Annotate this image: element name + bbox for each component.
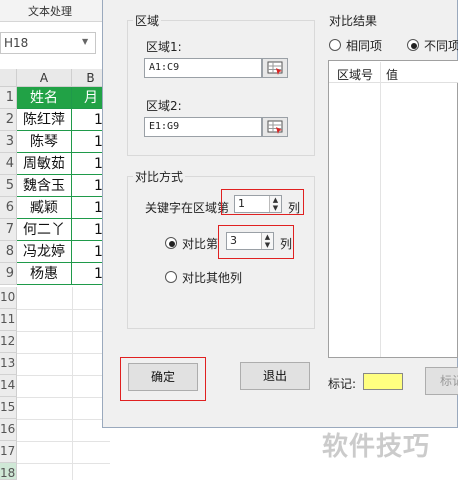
cell-name[interactable]: 陈红萍: [17, 109, 72, 131]
column-divider: [380, 62, 381, 357]
compare-column-label: 对比第: [182, 237, 219, 251]
range2-select-button[interactable]: [262, 117, 288, 137]
cell-name[interactable]: 魏含玉: [17, 175, 72, 197]
cell-name[interactable]: 杨惠: [17, 263, 72, 285]
cell-a1[interactable]: 姓名: [17, 87, 72, 109]
key-column-value: 1: [238, 197, 245, 210]
chevron-down-icon[interactable]: ▼: [82, 37, 88, 46]
diff-items-radio[interactable]: [407, 39, 419, 51]
row-header-2[interactable]: 2: [0, 109, 17, 131]
range1-label: 区域1:: [146, 40, 182, 54]
row-header-15[interactable]: 15: [0, 397, 17, 419]
column-header-region[interactable]: 区域号: [337, 66, 373, 83]
cell-name[interactable]: 周敏茹: [17, 153, 72, 175]
compare-column-value: 3: [230, 234, 237, 247]
grid-line: [17, 441, 110, 442]
column-header-a[interactable]: A: [17, 69, 72, 87]
row-header-18[interactable]: 18: [0, 463, 17, 480]
range2-input[interactable]: E1:G9: [144, 117, 262, 137]
mark-color-swatch[interactable]: [363, 373, 403, 390]
cell-name[interactable]: 何二丫: [17, 219, 72, 241]
radio-selected-dot: [169, 241, 175, 247]
row-header-11[interactable]: 11: [0, 309, 17, 331]
compare-other-radio[interactable]: [165, 271, 177, 283]
mark-label: 标记:: [328, 377, 357, 391]
range-select-icon: [267, 61, 283, 75]
ribbon-tab-text-processing[interactable]: 文本处理: [28, 3, 72, 19]
range-select-icon: [267, 120, 283, 134]
range-group-title: 区域: [133, 12, 162, 29]
spin-up-icon[interactable]: ▲: [270, 196, 281, 204]
result-group-title: 对比结果: [327, 12, 380, 29]
select-all-corner[interactable]: [0, 69, 17, 87]
cell-name[interactable]: 臧颖: [17, 197, 72, 219]
row-header-1[interactable]: 1: [0, 87, 17, 109]
grid-line: [17, 463, 110, 464]
row-header-13[interactable]: 13: [0, 353, 17, 375]
row-header-6[interactable]: 6: [0, 197, 17, 219]
compare-column-spin-buttons[interactable]: ▲ ▼: [261, 233, 273, 249]
compare-column-radio[interactable]: [165, 237, 177, 249]
row-header-14[interactable]: 14: [0, 375, 17, 397]
watermark: 软件技巧: [322, 432, 431, 462]
spin-down-icon[interactable]: ▼: [262, 241, 273, 249]
cell-name[interactable]: 陈琴: [17, 131, 72, 153]
range2-label: 区域2:: [146, 99, 182, 113]
row-header-3[interactable]: 3: [0, 131, 17, 153]
key-column-unit: 列: [288, 201, 301, 215]
same-items-radio[interactable]: [329, 39, 341, 51]
row-header-4[interactable]: 4: [0, 153, 17, 175]
grid-line: [17, 419, 110, 420]
range1-input[interactable]: A1:C9: [144, 58, 262, 78]
ok-button[interactable]: 确定: [128, 363, 198, 391]
row-header-10[interactable]: 10: [0, 287, 17, 309]
row-header-17[interactable]: 17: [0, 441, 17, 463]
row-header-5[interactable]: 5: [0, 175, 17, 197]
grid-line: [17, 397, 110, 398]
compare-other-label: 对比其他列: [182, 271, 243, 285]
row-header-16[interactable]: 16: [0, 419, 17, 441]
spin-up-icon[interactable]: ▲: [262, 233, 273, 241]
diff-items-label: 不同项: [424, 39, 458, 53]
grid-line: [72, 287, 73, 480]
same-items-label: 相同项: [346, 39, 383, 53]
row-header-9[interactable]: 9: [0, 263, 17, 285]
grid-line: [17, 331, 110, 332]
grid-line: [17, 309, 110, 310]
grid-line: [17, 353, 110, 354]
range1-select-button[interactable]: [262, 58, 288, 78]
radio-selected-dot: [411, 43, 417, 49]
key-column-spin-buttons[interactable]: ▲ ▼: [269, 196, 281, 212]
row-header-8[interactable]: 8: [0, 241, 17, 263]
grid-line: [17, 375, 110, 376]
exit-button[interactable]: 退出: [240, 362, 310, 390]
column-header-value[interactable]: 值: [386, 66, 398, 83]
name-box-value: H18: [4, 36, 29, 50]
spin-down-icon[interactable]: ▼: [270, 204, 281, 212]
row-header-7[interactable]: 7: [0, 219, 17, 241]
cell-name[interactable]: 冯龙婷: [17, 241, 72, 263]
method-group-title: 对比方式: [133, 168, 186, 185]
mark-button[interactable]: 标记: [425, 367, 458, 395]
key-column-label: 关键字在区域第: [145, 201, 230, 215]
result-table[interactable]: [328, 60, 458, 358]
compare-column-unit: 列: [280, 237, 293, 251]
row-header-12[interactable]: 12: [0, 331, 17, 353]
